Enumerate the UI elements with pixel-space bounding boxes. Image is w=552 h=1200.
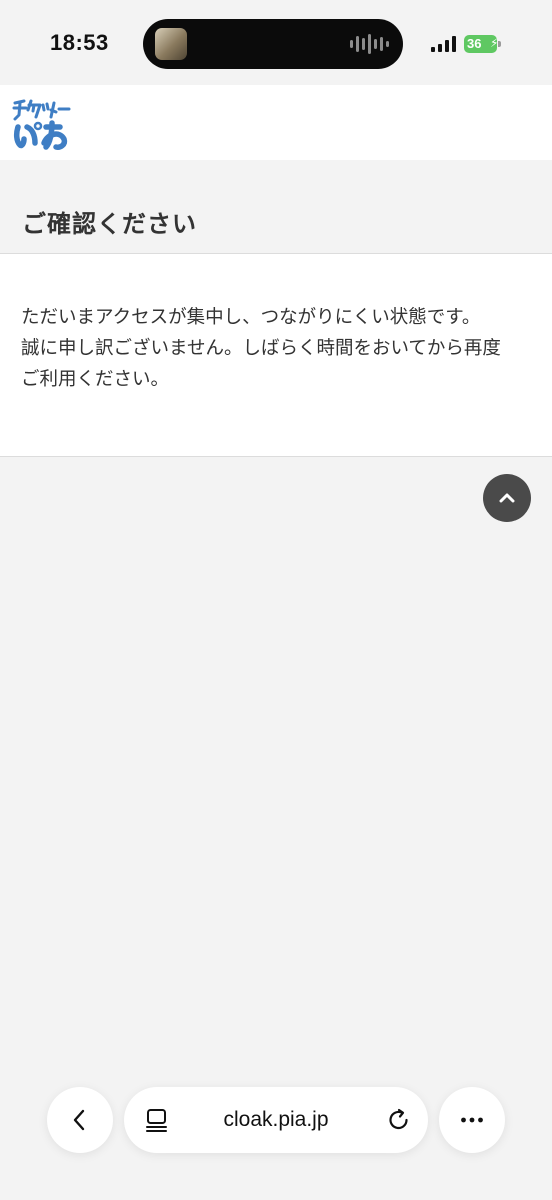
message-line: ただいまアクセスが集中し、つながりにくい状態です。 xyxy=(21,307,481,328)
battery-cap xyxy=(498,41,501,47)
dynamic-island[interactable] xyxy=(143,19,403,69)
message-section: ただいまアクセスが集中し、つながりにくい状態です。 誠に申し訳ございません。しば… xyxy=(0,254,552,457)
ellipsis-icon xyxy=(461,1117,483,1123)
more-options-button[interactable] xyxy=(439,1087,505,1153)
url-text[interactable]: cloak.pia.jp xyxy=(188,1087,364,1153)
page-menu-icon[interactable] xyxy=(144,1107,170,1133)
status-bar: 18:53 36 ⚡ xyxy=(0,0,552,84)
cellular-signal-icon xyxy=(431,36,456,52)
message-line: ご利用ください。 xyxy=(21,369,170,390)
reload-icon[interactable] xyxy=(386,1107,412,1133)
page-title: ご確認ください xyxy=(22,210,197,238)
audio-waveform-icon xyxy=(350,34,389,54)
site-header xyxy=(0,85,552,160)
scroll-to-top-button[interactable] xyxy=(483,474,531,522)
address-bar[interactable]: cloak.pia.jp xyxy=(124,1087,428,1153)
status-time: 18:53 xyxy=(50,30,109,55)
title-section: ご確認ください xyxy=(0,160,552,254)
back-button[interactable] xyxy=(47,1087,113,1153)
chevron-left-icon xyxy=(73,1109,85,1131)
ticket-pia-logo[interactable] xyxy=(12,97,72,153)
message-text: ただいまアクセスが集中し、つながりにくい状態です。 誠に申し訳ございません。しば… xyxy=(21,302,536,395)
now-playing-artwork xyxy=(155,28,187,60)
chevron-up-icon xyxy=(499,493,515,503)
message-line: 誠に申し訳ございません。しばらく時間をおいてから再度 xyxy=(21,338,501,359)
